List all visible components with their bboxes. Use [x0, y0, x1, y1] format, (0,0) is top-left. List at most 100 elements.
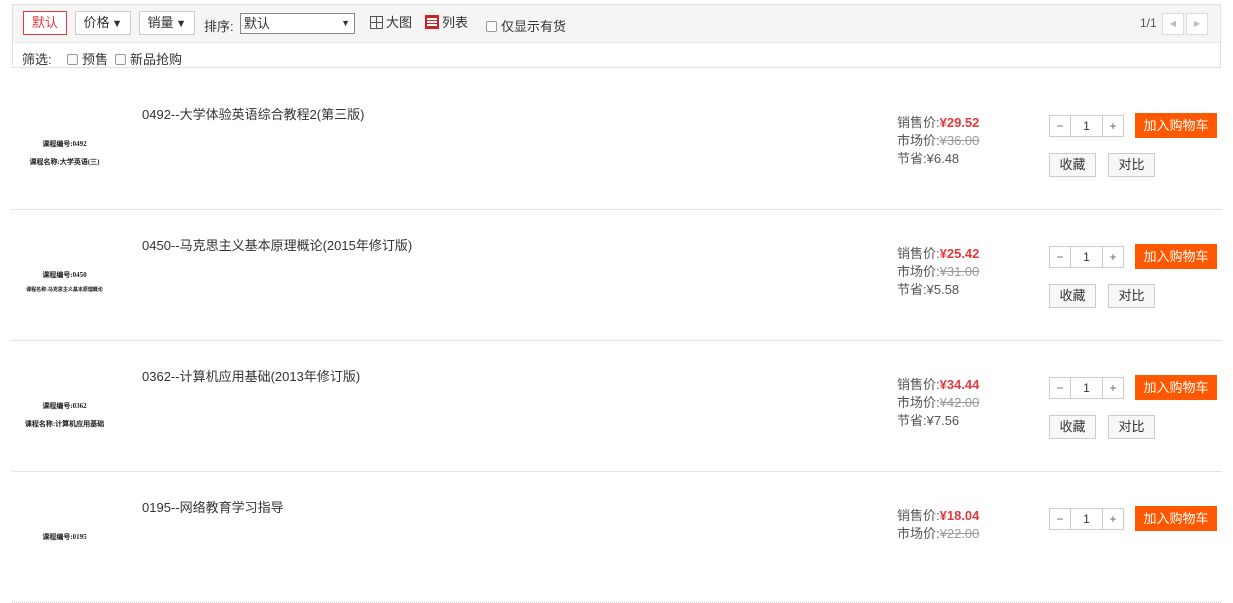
market-price: ¥22.00: [939, 526, 980, 541]
sort-sales-button[interactable]: 销量 ▼: [139, 11, 195, 35]
product-item: 课程编号:0492 课程名称:大学英语(三) 0492--大学体验英语综合教程2…: [12, 79, 1221, 210]
sale-price-label: 销售价:: [897, 508, 940, 523]
cover-course-name: 课程名称:马克思主义基本原理概论: [26, 288, 103, 293]
product-title-link[interactable]: 0195--网络教育学习指导: [142, 497, 284, 516]
market-price: ¥31.00: [939, 264, 980, 279]
dropdown-arrow-icon: ▼: [341, 18, 350, 28]
market-price: ¥42.00: [939, 395, 980, 410]
quantity-stepper: − 1 +: [1049, 246, 1124, 268]
qty-plus-button[interactable]: +: [1102, 378, 1123, 398]
checkbox-icon: [486, 21, 497, 32]
filter-presale-label: 预售: [82, 52, 109, 67]
filter-label: 筛选:: [22, 52, 52, 67]
product-title-link[interactable]: 0492--大学体验英语综合教程2(第三版): [142, 104, 364, 123]
save-amount: ¥7.56: [926, 413, 960, 428]
cover-course-name: 课程名称:大学英语(三): [29, 158, 100, 166]
favorite-button[interactable]: 收藏: [1049, 284, 1096, 308]
quantity-stepper: − 1 +: [1049, 377, 1124, 399]
price-block: 销售价:¥29.52 市场价:¥36.00 节省:¥6.48: [897, 114, 979, 168]
sale-price-label: 销售价:: [897, 246, 940, 261]
save-amount: ¥6.48: [926, 151, 960, 166]
sort-select-value: 默认: [244, 16, 271, 31]
product-cover[interactable]: 课程编号:0450 课程名称:马克思主义基本原理概论: [12, 240, 117, 320]
save-label: 节省:: [897, 151, 927, 166]
quantity-stepper: − 1 +: [1049, 508, 1124, 530]
cover-course-name: 课程名称:计算机应用基础: [24, 420, 105, 428]
qty-input[interactable]: 1: [1071, 247, 1102, 267]
qty-plus-button[interactable]: +: [1102, 116, 1123, 136]
market-price-label: 市场价:: [897, 526, 940, 541]
add-to-cart-button[interactable]: 加入购物车: [1135, 113, 1217, 138]
checkbox-icon: [67, 54, 78, 65]
price-block: 销售价:¥34.44 市场价:¥42.00 节省:¥7.56: [897, 376, 979, 430]
product-cover[interactable]: 课程编号:0362 课程名称:计算机应用基础: [12, 371, 117, 451]
quantity-stepper: − 1 +: [1049, 115, 1124, 137]
arrow-down-icon: ▼: [175, 18, 187, 30]
instock-label: 仅显示有货: [501, 19, 567, 34]
qty-minus-button[interactable]: −: [1050, 116, 1071, 136]
favorite-button[interactable]: 收藏: [1049, 415, 1096, 439]
cover-course-code: 课程编号:0450: [42, 271, 87, 279]
next-page-button[interactable]: ▶: [1186, 13, 1208, 35]
add-to-cart-button[interactable]: 加入购物车: [1135, 506, 1217, 531]
list-icon: [425, 15, 439, 29]
sort-label: 排序:: [204, 19, 234, 34]
qty-minus-button[interactable]: −: [1050, 509, 1071, 529]
cover-course-code: 课程编号:0492: [42, 140, 87, 148]
arrow-down-icon: ▼: [111, 18, 123, 30]
product-item: 课程编号:0450 课程名称:马克思主义基本原理概论 0450--马克思主义基本…: [12, 210, 1221, 341]
sale-price-label: 销售价:: [897, 115, 940, 130]
favorite-button[interactable]: 收藏: [1049, 153, 1096, 177]
save-label: 节省:: [897, 413, 927, 428]
qty-minus-button[interactable]: −: [1050, 378, 1071, 398]
sort-select[interactable]: 默认 ▼: [240, 13, 355, 34]
product-cover[interactable]: 课程编号:0492 课程名称:大学英语(三): [12, 109, 117, 189]
chevron-left-icon: ◀: [1169, 19, 1177, 28]
qty-input[interactable]: 1: [1071, 509, 1102, 529]
filter-new-label: 新品抢购: [130, 52, 183, 67]
checkbox-icon: [115, 54, 126, 65]
view-grid-button[interactable]: 大图: [370, 14, 412, 32]
market-price-label: 市场价:: [897, 264, 940, 279]
sort-price-button[interactable]: 价格 ▼: [75, 11, 131, 35]
sort-price-label: 价格: [83, 15, 110, 30]
view-grid-label: 大图: [386, 15, 413, 30]
filter-new-checkbox[interactable]: 新品抢购: [115, 49, 182, 68]
product-title-link[interactable]: 0450--马克思主义基本原理概论(2015年修订版): [142, 235, 412, 254]
filter-presale-checkbox[interactable]: 预售: [67, 49, 108, 68]
qty-plus-button[interactable]: +: [1102, 247, 1123, 267]
qty-minus-button[interactable]: −: [1050, 247, 1071, 267]
qty-input[interactable]: 1: [1071, 116, 1102, 136]
cover-course-code: 课程编号:0362: [42, 402, 87, 410]
market-price: ¥36.00: [939, 133, 980, 148]
compare-button[interactable]: 对比: [1108, 415, 1155, 439]
cover-course-code: 课程编号:0195: [42, 533, 87, 541]
filter-toolbar: 默认 价格 ▼ 销量 ▼ 排序: 默认 ▼ 大图 列表 仅显示有货 1/1 ◀ ▶ …: [12, 4, 1221, 68]
sale-price: ¥25.42: [939, 246, 980, 261]
add-to-cart-button[interactable]: 加入购物车: [1135, 375, 1217, 400]
sort-default-button[interactable]: 默认: [23, 11, 67, 35]
qty-input[interactable]: 1: [1071, 378, 1102, 398]
product-item: 课程编号:0362 课程名称:计算机应用基础 0362--计算机应用基础(201…: [12, 341, 1221, 472]
view-list-button[interactable]: 列表: [425, 14, 468, 32]
view-list-label: 列表: [442, 15, 469, 30]
add-to-cart-button[interactable]: 加入购物车: [1135, 244, 1217, 269]
market-price-label: 市场价:: [897, 395, 940, 410]
compare-button[interactable]: 对比: [1108, 284, 1155, 308]
market-price-label: 市场价:: [897, 133, 940, 148]
grid-icon: [370, 16, 383, 29]
compare-button[interactable]: 对比: [1108, 153, 1155, 177]
instock-checkbox[interactable]: 仅显示有货: [486, 16, 566, 35]
sale-price: ¥18.04: [939, 508, 980, 523]
sale-price: ¥34.44: [939, 377, 980, 392]
sale-price: ¥29.52: [939, 115, 980, 130]
price-block: 销售价:¥25.42 市场价:¥31.00 节省:¥5.58: [897, 245, 979, 299]
product-title-link[interactable]: 0362--计算机应用基础(2013年修订版): [142, 366, 360, 385]
prev-page-button[interactable]: ◀: [1162, 13, 1184, 35]
product-cover[interactable]: 课程编号:0195: [12, 502, 117, 582]
qty-plus-button[interactable]: +: [1102, 509, 1123, 529]
save-amount: ¥5.58: [926, 282, 960, 297]
page-info: 1/1: [1140, 16, 1157, 30]
sort-sales-label: 销量: [147, 15, 174, 30]
sale-price-label: 销售价:: [897, 377, 940, 392]
